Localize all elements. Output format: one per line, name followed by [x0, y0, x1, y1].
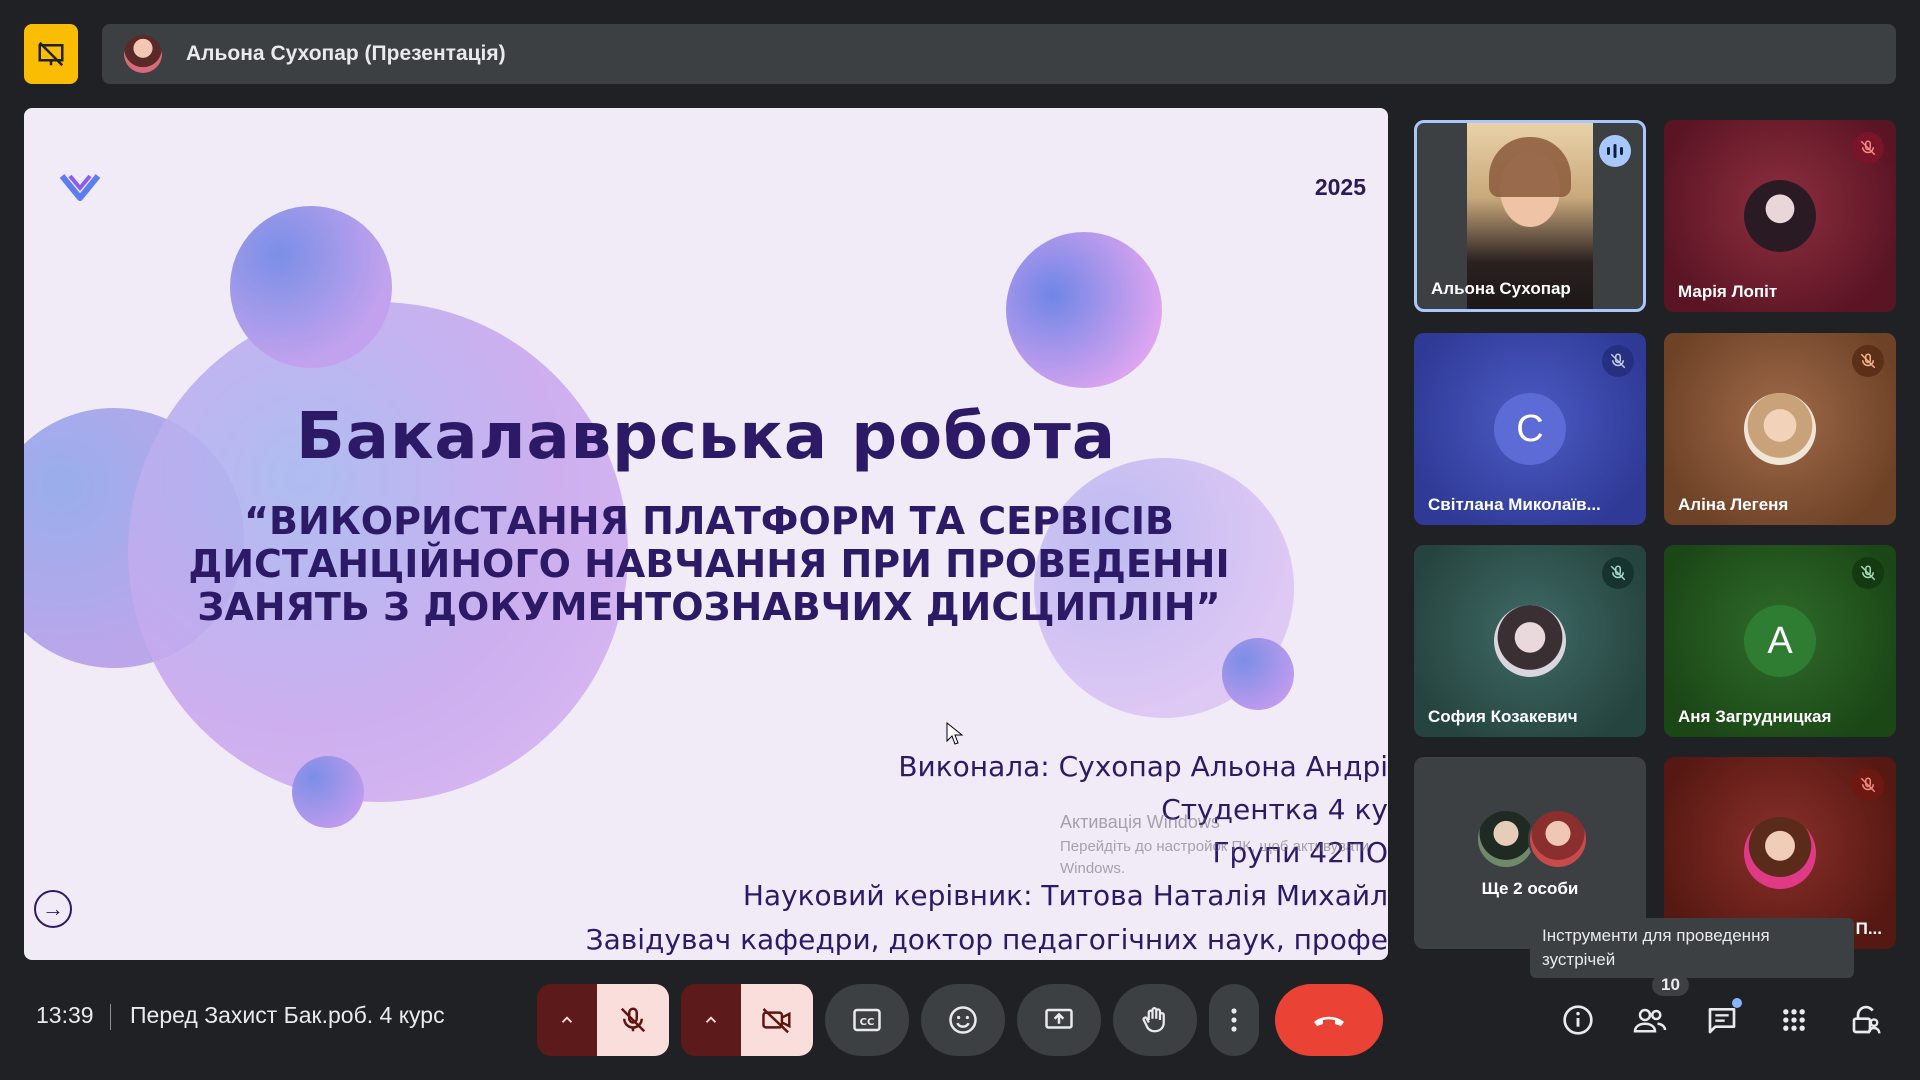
- participant-tile[interactable]: Альона Сухопар: [1414, 120, 1646, 312]
- people-button[interactable]: [1630, 1000, 1670, 1040]
- subtitle-line: ЗАНЯТЬ З ДОКУМЕНТОЗНАВЧИХ ДИСЦИПЛІН”: [197, 585, 1221, 629]
- camera-off-icon: [762, 1008, 791, 1034]
- participant-avatar: [1494, 605, 1566, 677]
- chat-unread-dot: [1732, 998, 1742, 1008]
- participant-tile[interactable]: Марія Лопіт: [1664, 120, 1896, 312]
- activities-button[interactable]: [1774, 1000, 1814, 1040]
- activation-watermark: Активація Windows: [1060, 812, 1220, 832]
- presentation-off-icon: [38, 41, 64, 67]
- next-slide-arrow-icon[interactable]: →: [34, 890, 72, 928]
- subtitle-line: ДИСТАНЦІЙНОГО НАВЧАННЯ ПРИ ПРОВЕДЕННІ: [188, 542, 1230, 586]
- subtitle-line: “ВИКОРИСТАННЯ ПЛАТФОРМ ТА СЕРВІСІВ: [244, 499, 1174, 543]
- participant-tile[interactable]: Аліна Легеня: [1664, 333, 1896, 525]
- meeting-details-button[interactable]: [1558, 1000, 1598, 1040]
- video-options-button[interactable]: [681, 984, 741, 1056]
- closed-captions-icon: CC: [853, 1008, 881, 1032]
- participant-avatar: [1528, 809, 1588, 869]
- tooltip-line: Інструменти для проведення: [1542, 926, 1770, 945]
- supervisor-line: Науковий керівник: Титова Наталія Михайл: [742, 879, 1388, 912]
- mic-off-icon: [1852, 345, 1884, 377]
- presentation-slide: 2025 Бакалаврська робота “ВИКОРИСТАННЯ П…: [24, 108, 1388, 960]
- participant-avatar: [1744, 393, 1816, 465]
- decor-bubble: [230, 206, 392, 368]
- participant-name: Аня Загрудницкая: [1678, 707, 1832, 726]
- audio-options-button[interactable]: [537, 984, 597, 1056]
- participant-avatar: [1744, 817, 1816, 889]
- meeting-title: Перед Захист Бак.роб. 4 курс: [130, 1002, 445, 1028]
- participant-avatar: [1744, 180, 1816, 252]
- participant-initial: А: [1744, 605, 1816, 677]
- bottom-control-bar: 13:39 Перед Захист Бак.роб. 4 курс CC 10: [0, 974, 1920, 1080]
- slide-subtitle: “ВИКОРИСТАННЯ ПЛАТФОРМ ТА СЕРВІСІВ ДИСТА…: [154, 500, 1264, 629]
- participant-name: Світлана Миколаїв...: [1428, 495, 1601, 514]
- presenter-title: Альона Сухопар (Презентація): [186, 42, 506, 65]
- svg-text:CC: CC: [860, 1017, 875, 1028]
- raise-hand-button[interactable]: [1113, 984, 1197, 1056]
- decor-bubble: [292, 756, 364, 828]
- participant-name: П...: [1855, 919, 1882, 938]
- participant-tile[interactable]: С Світлана Миколаїв...: [1414, 333, 1646, 525]
- reactions-button[interactable]: [921, 984, 1005, 1056]
- mic-off-icon: [1852, 557, 1884, 589]
- chevron-up-icon: [705, 1016, 717, 1023]
- leave-call-button[interactable]: [1275, 984, 1383, 1056]
- participant-name: Альона Сухопар: [1431, 279, 1571, 298]
- people-icon: [1633, 1008, 1667, 1033]
- participant-name: Аліна Легеня: [1678, 495, 1789, 514]
- university-logo-icon: [59, 174, 101, 201]
- decor-bubble: [1222, 638, 1294, 710]
- slide-title: Бакалаврська робота: [296, 400, 1116, 474]
- info-icon: [1563, 1005, 1593, 1035]
- presenter-bar: Альона Сухопар (Презентація): [102, 24, 1896, 84]
- emoji-icon: [949, 1006, 977, 1034]
- participant-initial: С: [1494, 393, 1566, 465]
- chat-button[interactable]: [1702, 998, 1742, 1040]
- decor-bubble: [1006, 232, 1162, 388]
- more-vert-icon: [1231, 1008, 1237, 1032]
- participant-name: София Козакевич: [1428, 707, 1578, 726]
- mic-off-icon: [1602, 345, 1634, 377]
- more-options-button[interactable]: [1209, 984, 1259, 1056]
- hand-icon: [1142, 1007, 1165, 1033]
- captions-button[interactable]: CC: [825, 984, 909, 1056]
- apps-grid-icon: [1783, 1009, 1805, 1031]
- mic-off-icon: [1852, 769, 1884, 801]
- stop-presenting-button[interactable]: [24, 24, 78, 84]
- meeting-clock: 13:39: [36, 1002, 94, 1028]
- mic-off-icon: [620, 1007, 646, 1033]
- more-participants-label: Ще 2 особи: [1481, 879, 1579, 898]
- chevron-up-icon: [561, 1016, 573, 1023]
- divider: [110, 1004, 111, 1030]
- present-screen-icon: [1045, 1008, 1073, 1029]
- head-of-department-line: Завідувач кафедри, доктор педагогічних н…: [585, 923, 1388, 956]
- activation-watermark-sub: Перейдіть до настройок ПК, щоб активуват…: [1060, 838, 1370, 855]
- participant-name: Марія Лопіт: [1678, 282, 1778, 301]
- microphone-toggle-button[interactable]: [597, 984, 669, 1056]
- tooltip-line: зустрічей: [1542, 950, 1616, 969]
- participant-tile[interactable]: А Аня Загрудницкая: [1664, 545, 1896, 737]
- author-line: Виконала: Сухопар Альона Андрі: [898, 750, 1388, 783]
- camera-toggle-button[interactable]: [741, 984, 813, 1056]
- hang-up-icon: [1314, 1016, 1344, 1026]
- participant-avatar: [1476, 809, 1536, 869]
- mouse-cursor-icon: [946, 722, 964, 745]
- meeting-tools-tooltip: Інструменти для проведення зустрічей: [1530, 918, 1854, 978]
- lock-person-icon: [1852, 1005, 1881, 1034]
- mic-off-icon: [1602, 557, 1634, 589]
- present-screen-button[interactable]: [1017, 984, 1101, 1056]
- host-controls-button[interactable]: [1846, 1000, 1886, 1040]
- participant-count-badge: 10: [1652, 974, 1689, 996]
- activation-watermark-sub: Windows.: [1060, 860, 1126, 877]
- chat-icon: [1708, 1008, 1736, 1034]
- speaking-indicator-icon: [1599, 135, 1631, 167]
- top-bar: Альона Сухопар (Презентація): [24, 24, 1896, 84]
- slide-year: 2025: [1314, 174, 1366, 200]
- presenter-avatar: [124, 35, 162, 73]
- mic-off-icon: [1852, 132, 1884, 164]
- participant-tile[interactable]: София Козакевич: [1414, 545, 1646, 737]
